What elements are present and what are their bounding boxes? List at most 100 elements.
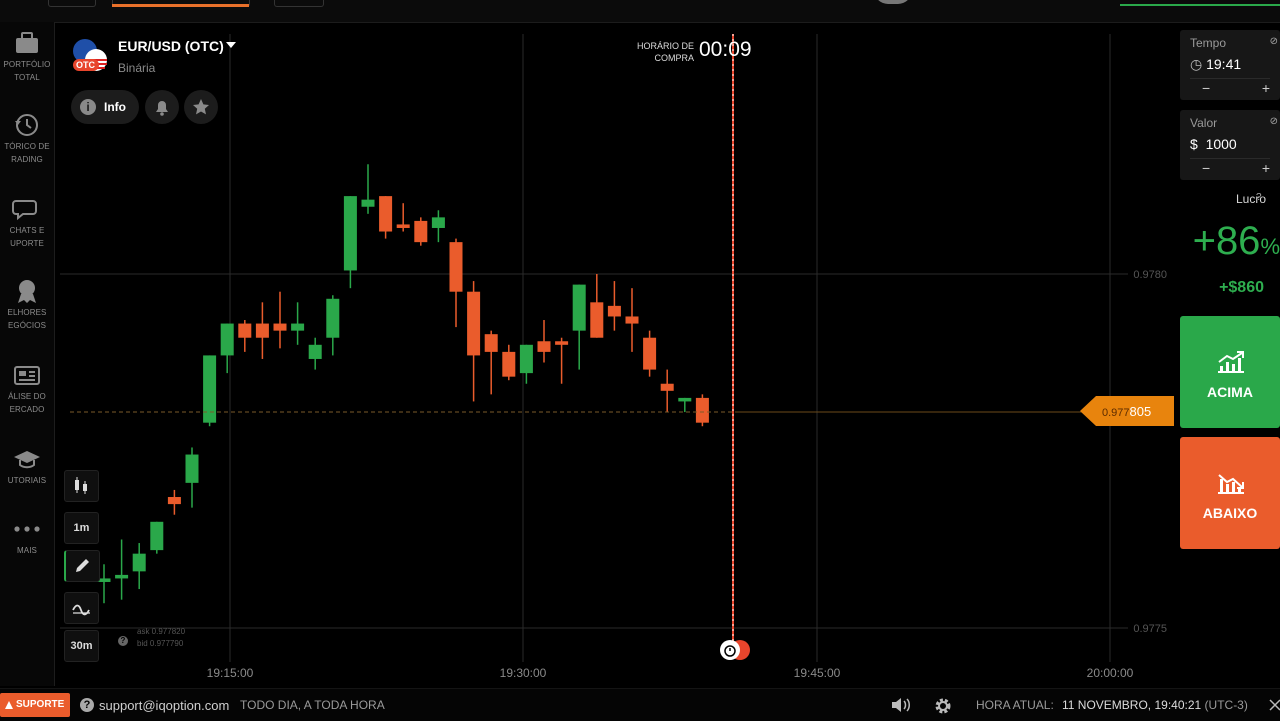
current-time-value: 11 NOVEMBRO, 19:40:21 (UTC-3) <box>1062 698 1248 712</box>
candle-body <box>431 217 445 228</box>
timeframe-button[interactable]: 1m <box>64 512 99 544</box>
indicator-wave-icon <box>72 604 90 616</box>
candle-body <box>220 323 234 356</box>
close-icon[interactable] <box>1268 698 1280 712</box>
help-icon[interactable]: ? <box>1256 192 1262 203</box>
sidebar-item-trading-history[interactable]: TÓRICO DE RADING <box>0 112 54 166</box>
candle-body <box>678 397 692 402</box>
candle-body <box>238 323 252 338</box>
candle-body <box>132 553 146 572</box>
candle-up <box>308 337 322 370</box>
briefcase-icon <box>16 32 38 53</box>
investment-amount-box[interactable]: Valor ⊘ $ 1000 − + <box>1180 110 1280 180</box>
call-button[interactable]: ACIMA <box>1180 316 1280 428</box>
candle-body <box>660 383 674 391</box>
chart-candles <box>97 164 709 604</box>
candle-down <box>255 302 269 359</box>
support-label: SUPORTE <box>16 699 65 710</box>
candle-down <box>449 238 463 328</box>
info-button[interactable]: i Info <box>71 90 139 124</box>
bid-value: bid 0.977790 <box>137 639 184 648</box>
candle-down <box>238 320 252 352</box>
amount-decrease-button[interactable]: − <box>1202 160 1210 176</box>
candle-down <box>467 281 481 402</box>
sidebar-item-best-deals[interactable]: ELHORES EGÓCIOS <box>0 278 54 332</box>
x-tick-label: 19:15:00 <box>207 666 254 680</box>
chat-icon <box>12 200 37 221</box>
y-tick-label: 0.9780 <box>1133 269 1167 281</box>
indicators-button[interactable] <box>64 592 99 624</box>
chevron-down-icon <box>226 42 236 48</box>
sidebar-item-more[interactable]: MAIS <box>0 516 54 557</box>
support-button[interactable]: SUPORTE <box>0 693 70 717</box>
x-tick-label: 20:00:00 <box>1087 666 1134 680</box>
candle-body <box>185 454 199 483</box>
sidebar-item-label: CHATS E UPORTE <box>9 226 45 248</box>
purchase-time-label: HORÁRIO DE COMPRA <box>636 41 694 63</box>
sidebar-item-portfolio[interactable]: PORTFÓLIO TOTAL <box>0 30 54 84</box>
candle-up <box>678 397 692 413</box>
candle-up <box>115 539 129 600</box>
sidebar-item-label: ÁLISE DO ERCADO <box>8 392 46 414</box>
expiration-time-box[interactable]: Tempo ⊘ ◷ 19:41 − + <box>1180 30 1280 100</box>
candle-body <box>150 521 164 551</box>
volume-icon[interactable] <box>890 696 912 714</box>
asset-type: Binária <box>118 61 156 75</box>
sidebar-item-tutorials[interactable]: UTORIAIS <box>0 446 54 487</box>
candle-down <box>273 291 287 349</box>
chart-axis-ticks: 19:15:00 19:30:00 19:45:00 20:00:00 0.9780 0.… <box>207 269 1167 680</box>
help-icon[interactable]: ⊘ <box>1270 116 1278 127</box>
candles-icon <box>75 477 87 494</box>
candle-body <box>643 337 657 370</box>
support-icon <box>5 701 13 709</box>
sidebar-item-label: ELHORES EGÓCIOS <box>7 308 47 330</box>
chart-type-button[interactable] <box>64 470 99 502</box>
candle-body <box>555 341 569 345</box>
time-label: Tempo <box>1190 36 1227 50</box>
candle-down <box>643 330 657 377</box>
info-icon: i <box>80 99 96 115</box>
time-increase-button[interactable]: + <box>1262 80 1270 96</box>
favorite-button[interactable] <box>184 90 218 124</box>
history-icon <box>15 114 38 136</box>
current-price-tag: 0.977805 <box>1080 396 1174 426</box>
price-prefix: 0.977 <box>1102 407 1130 419</box>
candle-body <box>203 355 217 423</box>
candle-body <box>449 242 463 292</box>
time-decrease-button[interactable]: − <box>1202 80 1210 96</box>
sidebar-item-market-analysis[interactable]: ÁLISE DO ERCADO <box>0 362 54 416</box>
candle-body <box>590 302 604 338</box>
candle-down <box>660 369 674 413</box>
candle-body <box>502 351 516 377</box>
period-button[interactable]: 30m <box>64 630 99 662</box>
help-icon[interactable]: ? <box>118 636 128 646</box>
footer-bar: SUPORTE ? support@iqoption.com TODO DIA,… <box>0 688 1280 721</box>
ask-value: ask 0.977820 <box>137 627 186 636</box>
candle-body <box>607 305 621 317</box>
help-icon[interactable]: ⊘ <box>1270 36 1278 47</box>
candle-down <box>167 489 181 515</box>
gear-icon[interactable] <box>933 696 953 716</box>
candle-body <box>484 334 498 352</box>
call-label: ACIMA <box>1207 384 1253 400</box>
time-value: ◷ 19:41 <box>1190 56 1242 72</box>
support-email-link[interactable]: support@iqoption.com <box>99 698 229 713</box>
profit-amount: +$860 <box>1219 279 1264 296</box>
amount-increase-button[interactable]: + <box>1262 160 1270 176</box>
candle-body <box>695 397 709 423</box>
star-icon <box>193 99 209 115</box>
trend-down-icon <box>1218 474 1244 494</box>
put-button[interactable]: ABAIXO <box>1180 437 1280 549</box>
candle-body <box>379 196 393 232</box>
chart-grid <box>60 34 1128 662</box>
pencil-icon <box>76 559 89 572</box>
help-icon: ? <box>80 698 94 712</box>
candle-body <box>625 316 639 324</box>
drawing-tools-button[interactable] <box>64 550 100 582</box>
sidebar-item-chats-support[interactable]: CHATS E UPORTE <box>0 196 54 250</box>
sidebar-item-label: PORTFÓLIO TOTAL <box>3 60 51 82</box>
current-time-label: HORA ATUAL: <box>976 698 1054 712</box>
x-tick-label: 19:45:00 <box>794 666 841 680</box>
alerts-button[interactable] <box>145 90 179 124</box>
candle-body <box>414 220 428 243</box>
